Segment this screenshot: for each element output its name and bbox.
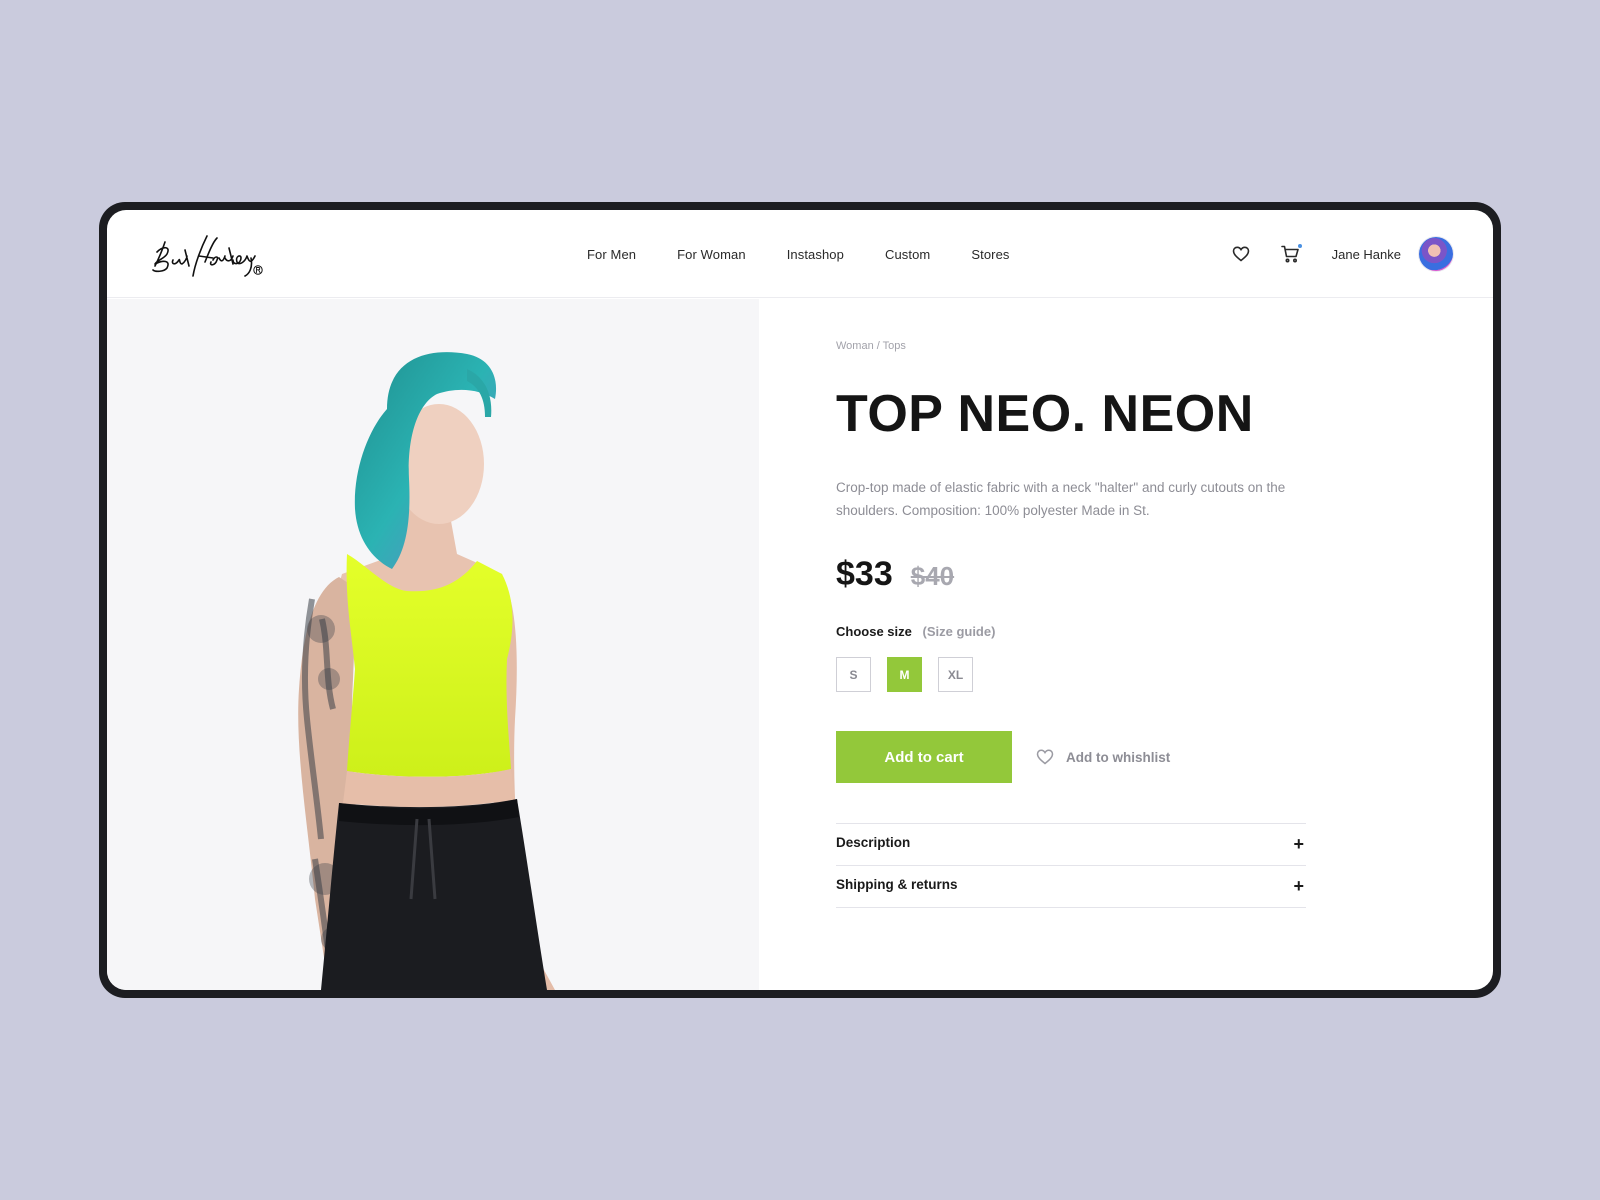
nav-for-woman[interactable]: For Woman [677, 247, 746, 262]
heart-icon [1036, 749, 1054, 765]
accordion-label: Shipping & returns [836, 877, 958, 892]
device-frame: For Men For Woman Instashop Custom Store… [99, 202, 1501, 998]
heart-icon [1232, 246, 1249, 262]
nav-custom[interactable]: Custom [885, 247, 930, 262]
wishlist-button[interactable] [1230, 243, 1252, 265]
size-guide-link[interactable]: (Size guide) [922, 624, 995, 639]
product-title: TOP NEO. NEON [836, 385, 1254, 443]
accordion-label: Description [836, 835, 911, 850]
site-header: For Men For Woman Instashop Custom Store… [107, 210, 1493, 298]
cart-button[interactable] [1280, 243, 1302, 265]
product-info: Woman / Tops TOP NEO. NEON Crop-top made… [836, 299, 1306, 908]
header-actions: Jane Hanke [1230, 210, 1453, 298]
nav-stores[interactable]: Stores [971, 247, 1009, 262]
add-to-wishlist-label: Add to whishlist [1066, 749, 1171, 765]
avatar[interactable] [1419, 237, 1453, 271]
size-options: S M XL [836, 657, 1306, 692]
product-accordion: Description + Shipping & returns + [836, 823, 1306, 908]
plus-icon: + [1293, 876, 1304, 896]
size-option-xl[interactable]: XL [938, 657, 973, 692]
brand-logo[interactable] [149, 228, 269, 280]
accordion-description[interactable]: Description + [836, 824, 1306, 866]
choose-size-label: Choose size [836, 624, 912, 639]
plus-icon: + [1293, 834, 1304, 854]
old-price: $40 [910, 561, 955, 591]
nav-for-men[interactable]: For Men [587, 247, 636, 262]
main-nav: For Men For Woman Instashop Custom Store… [587, 210, 1051, 298]
current-price: $33 [836, 555, 893, 593]
cart-indicator-dot [1297, 244, 1302, 248]
size-option-m[interactable]: M [887, 657, 922, 692]
browser-screen: For Men For Woman Instashop Custom Store… [107, 210, 1493, 990]
product-description: Crop-top made of elastic fabric with a n… [836, 480, 1286, 518]
breadcrumb[interactable]: Woman / Tops [836, 340, 1306, 352]
product-actions: Add to cart Add to whishlist [836, 731, 1306, 783]
size-label-row: Choose size (Size guide) [836, 624, 1306, 639]
size-option-s[interactable]: S [836, 657, 871, 692]
add-to-cart-button[interactable]: Add to cart [836, 731, 1012, 783]
product-image [107, 299, 759, 990]
accordion-shipping-returns[interactable]: Shipping & returns + [836, 866, 1306, 908]
cart-icon [1281, 245, 1299, 263]
user-name[interactable]: Jane Hanke [1332, 247, 1401, 262]
add-to-wishlist-button[interactable]: Add to whishlist [1036, 749, 1170, 765]
nav-instashop[interactable]: Instashop [787, 247, 844, 262]
price-row: $33 $40 [836, 555, 1306, 594]
